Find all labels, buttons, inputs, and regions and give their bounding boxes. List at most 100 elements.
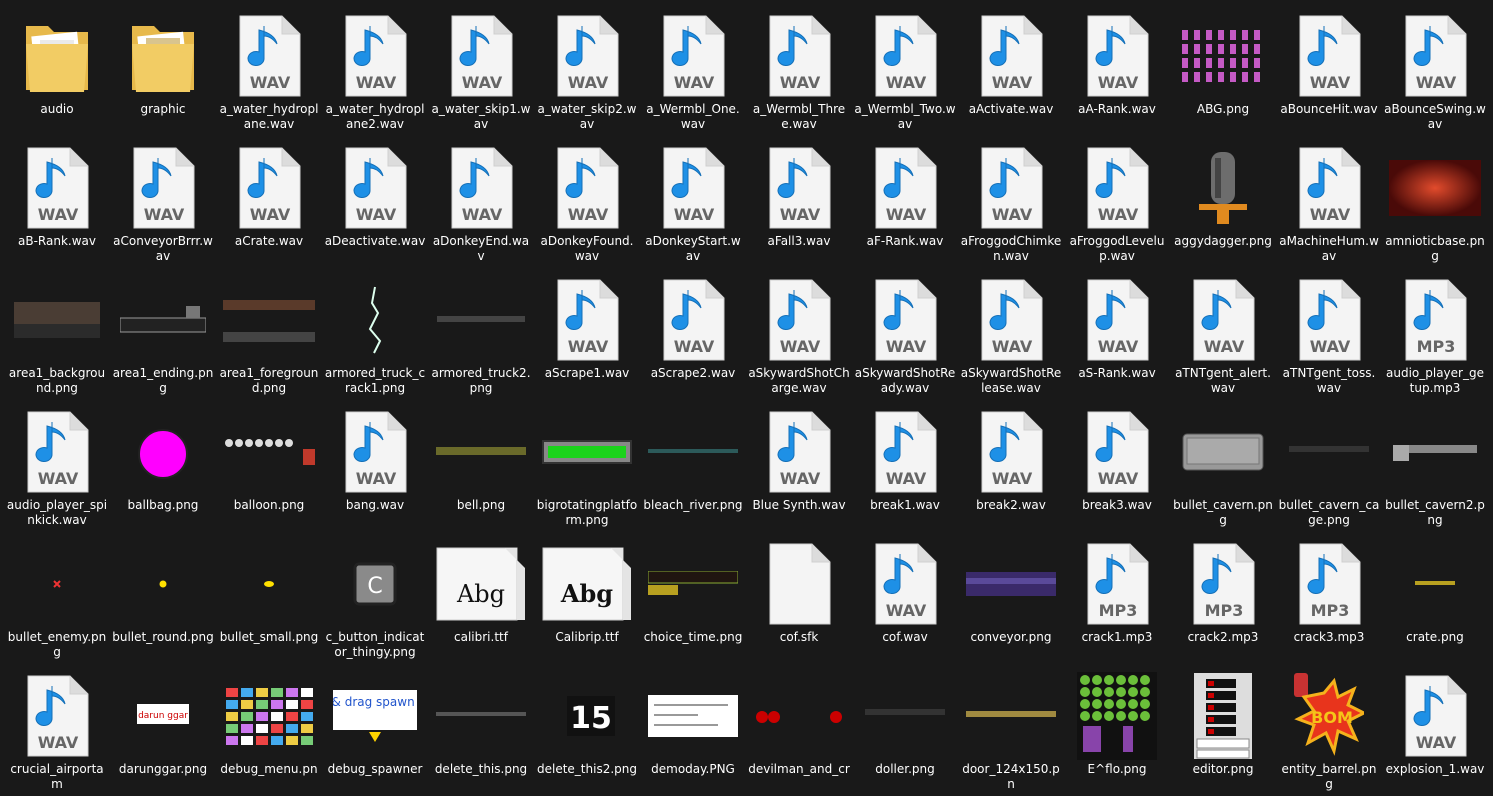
file-item[interactable]: ABG.png bbox=[1170, 4, 1276, 136]
file-item[interactable]: WAV bang.wav bbox=[322, 400, 428, 532]
file-item[interactable]: WAV aF-Rank.wav bbox=[852, 136, 958, 268]
file-item[interactable]: aggydagger.png bbox=[1170, 136, 1276, 268]
file-item[interactable]: amnioticbase.png bbox=[1382, 136, 1488, 268]
file-item[interactable]: MP3 audio_player_getup.mp3 bbox=[1382, 268, 1488, 400]
file-name-label: explosion_1.wav bbox=[1385, 762, 1485, 776]
file-item[interactable]: audio bbox=[4, 4, 110, 136]
file-item[interactable]: WAV break2.wav bbox=[958, 400, 1064, 532]
file-item[interactable]: WAV aTNTgent_alert.wav bbox=[1170, 268, 1276, 400]
file-item[interactable]: Cc_button_indicator_thingy.png bbox=[322, 532, 428, 664]
file-item[interactable]: bullet_cavern_cage.png bbox=[1276, 400, 1382, 532]
wav-icon: WAV bbox=[852, 536, 958, 632]
wav-icon: WAV bbox=[110, 140, 216, 236]
file-item[interactable]: WAV aFall3.wav bbox=[746, 136, 852, 268]
file-item[interactable]: bleach_river.png bbox=[640, 400, 746, 532]
file-item[interactable]: WAV aDonkeyFound.wav bbox=[534, 136, 640, 268]
file-item[interactable]: bigrotatingplatform.png bbox=[534, 400, 640, 532]
file-item[interactable]: WAV cof.wav bbox=[852, 532, 958, 664]
file-item[interactable]: devilman_and_cr bbox=[746, 664, 852, 796]
file-badge-text: WAV bbox=[886, 469, 927, 488]
file-item[interactable]: ballbag.png bbox=[110, 400, 216, 532]
file-name-label: aDonkeyEnd.wav bbox=[432, 234, 530, 263]
file-item[interactable]: debug_menu.pn bbox=[216, 664, 322, 796]
file-item[interactable]: WAV explosion_1.wav bbox=[1382, 664, 1488, 796]
file-item[interactable]: demoday.PNG bbox=[640, 664, 746, 796]
file-item[interactable]: WAV Blue Synth.wav bbox=[746, 400, 852, 532]
wav-icon: WAV bbox=[746, 272, 852, 368]
file-item[interactable]: WAV aActivate.wav bbox=[958, 4, 1064, 136]
file-item[interactable]: doller.png bbox=[852, 664, 958, 796]
file-item[interactable]: WAV a_Wermbl_One.wav bbox=[640, 4, 746, 136]
file-name-label: aBounceHit.wav bbox=[1280, 102, 1378, 116]
file-item[interactable]: WAV break1.wav bbox=[852, 400, 958, 532]
file-item[interactable]: WAV a_water_skip1.wav bbox=[428, 4, 534, 136]
file-item[interactable]: 15 delete_this2.png bbox=[534, 664, 640, 796]
file-item[interactable]: E^flo.png bbox=[1064, 664, 1170, 796]
file-item[interactable]: balloon.png bbox=[216, 400, 322, 532]
file-item[interactable]: WAV a_water_skip2.wav bbox=[534, 4, 640, 136]
file-item[interactable]: WAV aSkywardShotRelease.wav bbox=[958, 268, 1064, 400]
file-item[interactable]: Abg Calibrip.ttf bbox=[534, 532, 640, 664]
file-item[interactable]: editor.png bbox=[1170, 664, 1276, 796]
file-item[interactable]: WAV audio_player_spinkick.wav bbox=[4, 400, 110, 532]
file-item[interactable]: graphic bbox=[110, 4, 216, 136]
wav-icon: WAV bbox=[852, 8, 958, 104]
file-item[interactable]: WAV aSkywardShotCharge.wav bbox=[746, 268, 852, 400]
file-item[interactable]: WAV a_water_hydroplane.wav bbox=[216, 4, 322, 136]
file-item[interactable]: bullet_enemy.png bbox=[4, 532, 110, 664]
file-badge-text: WAV bbox=[780, 337, 821, 356]
file-item[interactable]: bullet_cavern2.png bbox=[1382, 400, 1488, 532]
file-item[interactable]: area1_ending.png bbox=[110, 268, 216, 400]
file-item[interactable]: WAV aScrape1.wav bbox=[534, 268, 640, 400]
file-item[interactable]: bell.png bbox=[428, 400, 534, 532]
file-item[interactable]: cof.sfk bbox=[746, 532, 852, 664]
file-item[interactable]: WAV aConveyorBrrr.wav bbox=[110, 136, 216, 268]
file-item[interactable]: WAV a_Wermbl_Three.wav bbox=[746, 4, 852, 136]
file-item[interactable]: WAV aFroggodLevelup.wav bbox=[1064, 136, 1170, 268]
file-item[interactable]: WAV aBounceHit.wav bbox=[1276, 4, 1382, 136]
file-item[interactable]: bullet_cavern.png bbox=[1170, 400, 1276, 532]
file-item[interactable]: click & drag spawn point debug_spawner bbox=[322, 664, 428, 796]
file-item[interactable]: WAV aS-Rank.wav bbox=[1064, 268, 1170, 400]
file-item[interactable]: bullet_small.png bbox=[216, 532, 322, 664]
file-item[interactable]: area1_foreground.png bbox=[216, 268, 322, 400]
file-item[interactable]: WAV aFroggodChimken.wav bbox=[958, 136, 1064, 268]
file-item[interactable]: WAV aScrape2.wav bbox=[640, 268, 746, 400]
file-item[interactable]: WAV aMachineHum.wav bbox=[1276, 136, 1382, 268]
file-item[interactable]: choice_time.png bbox=[640, 532, 746, 664]
file-item[interactable]: WAV crucial_airportam bbox=[4, 664, 110, 796]
file-item[interactable]: WAV aDonkeyEnd.wav bbox=[428, 136, 534, 268]
file-item[interactable]: crate.png bbox=[1382, 532, 1488, 664]
file-item[interactable]: armored_truck_crack1.png bbox=[322, 268, 428, 400]
file-name-label: aDeactivate.wav bbox=[324, 234, 426, 248]
image-thumbnail-icon bbox=[640, 536, 746, 632]
file-name-label: Calibrip.ttf bbox=[555, 630, 619, 644]
file-item[interactable]: BOM entity_barrel.png bbox=[1276, 664, 1382, 796]
file-item[interactable]: darun ggar darunggar.png bbox=[110, 664, 216, 796]
file-item[interactable]: WAV aDonkeyStart.wav bbox=[640, 136, 746, 268]
file-item[interactable]: Abg calibri.ttf bbox=[428, 532, 534, 664]
file-item[interactable]: WAV a_Wermbl_Two.wav bbox=[852, 4, 958, 136]
file-item[interactable]: WAV aBounceSwing.wav bbox=[1382, 4, 1488, 136]
file-item[interactable]: WAV aA-Rank.wav bbox=[1064, 4, 1170, 136]
file-item[interactable]: WAV aB-Rank.wav bbox=[4, 136, 110, 268]
file-item[interactable]: area1_background.png bbox=[4, 268, 110, 400]
file-item[interactable]: door_124x150.pn bbox=[958, 664, 1064, 796]
file-item[interactable]: delete_this.png bbox=[428, 664, 534, 796]
file-item[interactable]: WAV aCrate.wav bbox=[216, 136, 322, 268]
file-name-label: break1.wav bbox=[870, 498, 940, 512]
file-item[interactable]: armored_truck2.png bbox=[428, 268, 534, 400]
image-thumbnail-icon bbox=[428, 668, 534, 764]
file-item[interactable]: WAV aSkywardShotReady.wav bbox=[852, 268, 958, 400]
file-item[interactable]: WAV aTNTgent_toss.wav bbox=[1276, 268, 1382, 400]
file-name-label: bullet_cavern.png bbox=[1173, 498, 1273, 527]
file-item[interactable]: MP3 crack1.mp3 bbox=[1064, 532, 1170, 664]
file-item[interactable]: conveyor.png bbox=[958, 532, 1064, 664]
file-item[interactable]: MP3 crack2.mp3 bbox=[1170, 532, 1276, 664]
file-item[interactable]: bullet_round.png bbox=[110, 532, 216, 664]
file-item[interactable]: WAV break3.wav bbox=[1064, 400, 1170, 532]
file-name-label: audio_player_spinkick.wav bbox=[6, 498, 108, 527]
file-item[interactable]: WAV a_water_hydroplane2.wav bbox=[322, 4, 428, 136]
file-item[interactable]: MP3 crack3.mp3 bbox=[1276, 532, 1382, 664]
file-item[interactable]: WAV aDeactivate.wav bbox=[322, 136, 428, 268]
